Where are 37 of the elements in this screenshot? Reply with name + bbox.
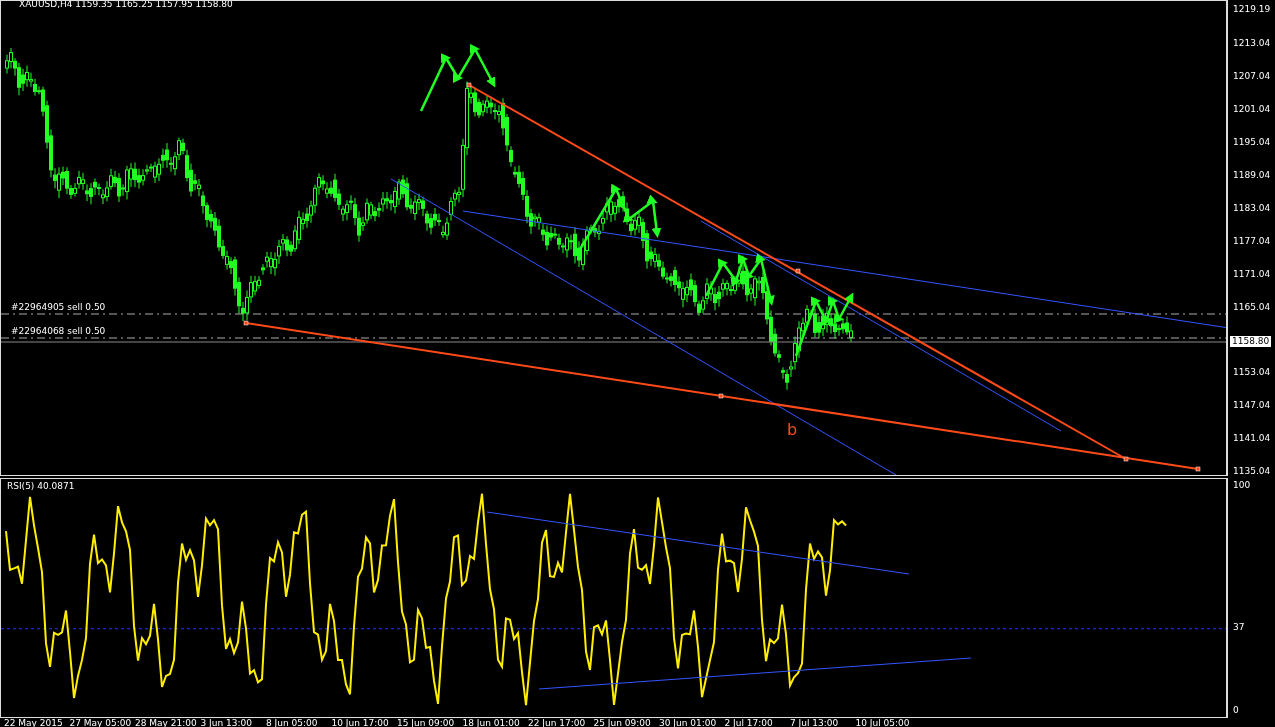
axis-label: 1201.04 xyxy=(1233,103,1271,115)
time-label: 8 Jun 05:00 xyxy=(265,718,319,727)
order-label: #22964068 sell 0.50 xyxy=(11,326,106,337)
axis-label: 1135.04 xyxy=(1233,466,1271,478)
time-label: 28 May 21:00 xyxy=(134,718,197,727)
time-label: 18 Jun 01:00 xyxy=(461,718,521,727)
time-label: 22 May 2015 xyxy=(3,718,64,727)
axis-label: 1189.04 xyxy=(1233,169,1271,181)
order-label: #22964905 sell 0.50 xyxy=(11,302,106,313)
time-label: 2 Jul 17:00 xyxy=(723,718,774,727)
time-label: 10 Jul 05:00 xyxy=(854,718,911,727)
indicator-title: RSI(5) 40.0871 xyxy=(7,481,75,492)
time-label: 3 Jun 13:00 xyxy=(199,718,253,727)
axis-label: 0 xyxy=(1233,705,1239,716)
axis-label: 1213.04 xyxy=(1233,38,1271,49)
time-label: 7 Jul 13:00 xyxy=(789,718,840,727)
axis-label: 1207.04 xyxy=(1233,70,1271,82)
current-price-tag: 1158.80 xyxy=(1230,335,1272,347)
axis-label: 1153.04 xyxy=(1233,367,1271,379)
axis-label: 1183.04 xyxy=(1233,202,1271,214)
axis-label: 1141.04 xyxy=(1233,433,1271,445)
time-label: 10 Jun 17:00 xyxy=(330,718,390,727)
axis-label: 1195.04 xyxy=(1233,136,1271,148)
axis-label: 1165.04 xyxy=(1233,301,1271,313)
axis-label: 1219.19 xyxy=(1233,4,1271,16)
axis-label: 100 xyxy=(1233,480,1251,491)
time-label: 15 Jun 09:00 xyxy=(396,718,456,727)
time-label: 27 May 05:00 xyxy=(68,718,131,727)
axis-label: 37 xyxy=(1233,621,1245,633)
time-label: 30 Jun 01:00 xyxy=(658,718,718,727)
axis-label: 1171.04 xyxy=(1233,268,1271,280)
chart-title: XAUUSD,H4 1159.35 1165.25 1157.95 1158.80 xyxy=(19,1,233,10)
wave-label: b xyxy=(787,421,798,439)
axis-label: 1177.04 xyxy=(1233,235,1271,247)
time-label: 22 Jun 17:00 xyxy=(527,718,587,727)
time-label: 25 Jun 09:00 xyxy=(592,718,652,727)
axis-label: 1147.04 xyxy=(1233,400,1271,412)
